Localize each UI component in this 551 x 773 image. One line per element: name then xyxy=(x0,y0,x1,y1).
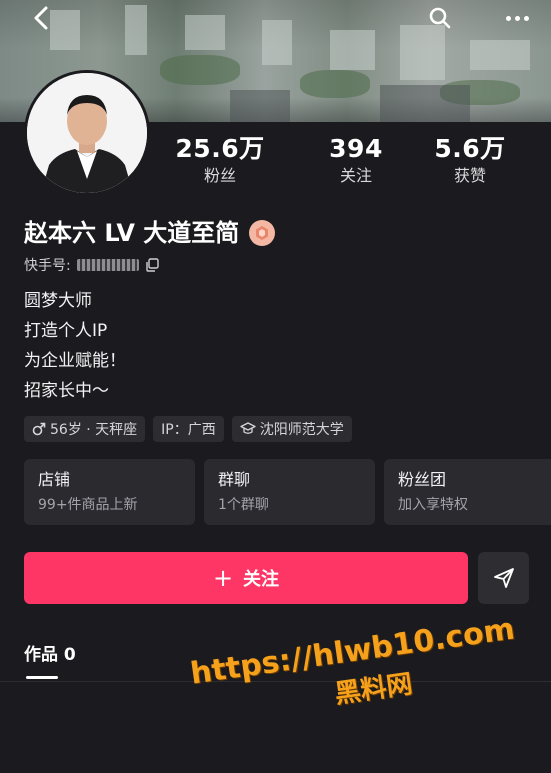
follow-button[interactable]: + 关注 xyxy=(24,552,468,604)
user-id-label: 快手号: xyxy=(24,258,71,274)
follow-label: 关注 xyxy=(243,569,280,590)
more-dots-icon xyxy=(505,15,511,21)
graduation-cap-icon xyxy=(240,422,256,434)
tag-text: 56岁 · 天秤座 xyxy=(50,422,138,438)
feature-cards: 店铺 99+件商品上新 群聊 1个群聊 粉丝团 加入享特权 xyxy=(24,459,551,525)
stat-value: 5.6万 xyxy=(434,134,506,163)
chevron-left-icon xyxy=(34,6,48,30)
avatar[interactable] xyxy=(24,70,150,196)
bio-line: 为企业赋能！ xyxy=(24,351,126,371)
user-id-masked xyxy=(76,259,139,271)
bio-line: 打造个人IP xyxy=(24,321,108,341)
bio: 圆梦大师 打造个人IP 为企业赋能！ 招家长中～ xyxy=(24,286,126,406)
profile-tags: 56岁 · 天秤座 IP：广西 沈阳师范大学 xyxy=(24,416,352,442)
card-fan-club[interactable]: 粉丝团 加入享特权 xyxy=(384,459,551,525)
bio-line: 圆梦大师 xyxy=(24,291,92,311)
user-id-row: 快手号: xyxy=(24,255,159,275)
stat-label: 粉丝 xyxy=(203,166,236,185)
tag-age: 56岁 · 天秤座 xyxy=(24,416,146,442)
card-title: 粉丝团 xyxy=(398,470,447,489)
search-icon xyxy=(429,7,451,29)
tag-text: IP：广西 xyxy=(161,422,216,438)
more-button[interactable] xyxy=(500,4,534,32)
bio-line: 招家长中～ xyxy=(24,381,109,401)
tag-school[interactable]: 沈阳师范大学 xyxy=(231,416,352,442)
profile-name: 赵本六 LV 大道至简 xyxy=(24,219,240,247)
card-subtitle: 1个群聊 xyxy=(218,497,269,513)
stat-label: 关注 xyxy=(339,166,372,185)
stat-value: 394 xyxy=(329,134,383,163)
tab-works[interactable]: 作品 0 xyxy=(24,640,76,665)
watermark: https://hlwb10.com 黑料网 xyxy=(188,608,539,754)
tag-ip: IP：广西 xyxy=(153,416,224,442)
card-subtitle: 99+件商品上新 xyxy=(38,497,138,513)
search-button[interactable] xyxy=(424,4,456,32)
card-group-chat[interactable]: 群聊 1个群聊 xyxy=(204,459,375,525)
avatar-portrait xyxy=(27,73,147,193)
stat-likes[interactable]: 5.6万 获赞 xyxy=(415,134,525,188)
card-subtitle: 加入享特权 xyxy=(398,497,468,513)
share-button[interactable] xyxy=(478,552,529,604)
stat-following[interactable]: 394 关注 xyxy=(301,134,411,188)
stat-value: 25.6万 xyxy=(175,134,265,163)
tag-text: 沈阳师范大学 xyxy=(259,422,344,438)
plus-icon: + xyxy=(212,564,234,592)
name-row: 赵本六 LV 大道至简 xyxy=(24,217,276,249)
stat-label: 获赞 xyxy=(453,166,486,185)
stat-followers[interactable]: 25.6万 粉丝 xyxy=(165,134,275,188)
back-button[interactable] xyxy=(26,4,56,32)
male-icon xyxy=(32,422,46,436)
send-icon xyxy=(493,568,514,588)
card-title: 店铺 xyxy=(38,470,71,489)
stats-row: 25.6万 粉丝 394 关注 5.6万 获赞 xyxy=(170,134,551,194)
copy-icon[interactable] xyxy=(145,258,159,272)
card-shop[interactable]: 店铺 99+件商品上新 xyxy=(24,459,195,525)
tab-indicator xyxy=(26,676,58,679)
level-badge-icon[interactable] xyxy=(249,220,276,246)
card-title: 群聊 xyxy=(218,470,251,489)
